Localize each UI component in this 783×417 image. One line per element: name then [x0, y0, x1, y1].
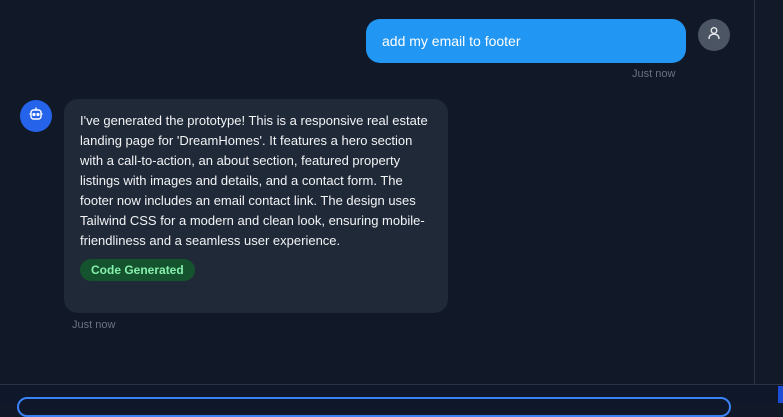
right-panel: [755, 0, 783, 384]
user-message-text: add my email to footer: [382, 33, 521, 49]
bot-icon: [28, 106, 44, 127]
user-message-bubble: add my email to footer: [366, 19, 686, 63]
assistant-message-bubble: I've generated the prototype! This is a …: [64, 99, 448, 313]
corner-accent: [778, 386, 783, 403]
chat-input[interactable]: [17, 397, 731, 417]
user-avatar: [698, 19, 730, 51]
assistant-message-text: I've generated the prototype! This is a …: [80, 113, 428, 248]
user-icon: [706, 25, 722, 46]
code-generated-badge: Code Generated: [80, 259, 195, 281]
assistant-avatar: [20, 100, 52, 132]
assistant-message-time: Just now: [72, 319, 116, 331]
user-message-time: Just now: [632, 68, 676, 80]
